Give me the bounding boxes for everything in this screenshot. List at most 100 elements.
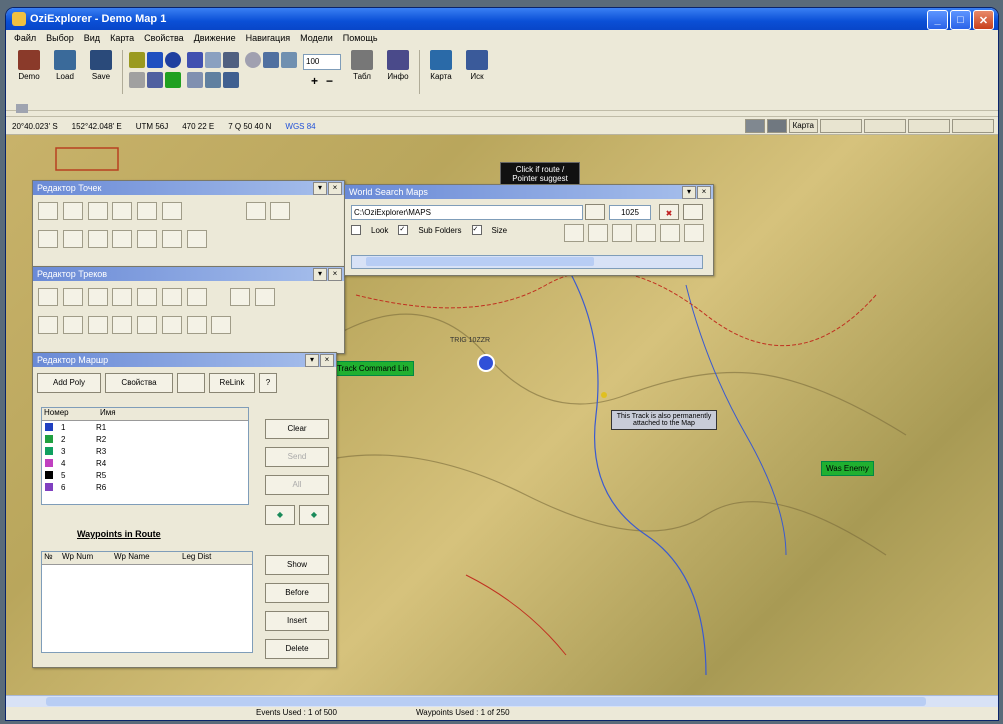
track-icon[interactable] xyxy=(205,52,221,68)
line-icon[interactable] xyxy=(187,52,203,68)
menu-map[interactable]: Карта xyxy=(110,33,134,43)
demo-button[interactable]: Demo xyxy=(14,50,44,96)
track-tool-5[interactable] xyxy=(137,288,158,306)
waypoint-tool-8[interactable] xyxy=(62,230,83,248)
waypoint-tool-7[interactable] xyxy=(38,230,58,248)
zoom-out-icon[interactable]: − xyxy=(326,74,333,88)
browse-folder-button[interactable] xyxy=(585,204,605,220)
map-icon[interactable] xyxy=(683,204,703,220)
load-button[interactable]: Load xyxy=(50,50,80,96)
map-green-label-1[interactable]: Track Command Lin xyxy=(332,361,414,376)
search-progress-thumb[interactable] xyxy=(366,257,594,266)
green-grid-icon[interactable] xyxy=(165,72,181,88)
event-icon[interactable] xyxy=(205,72,221,88)
measure-icon[interactable] xyxy=(129,72,145,88)
menu-file[interactable]: Файл xyxy=(14,33,36,43)
layers-icon[interactable] xyxy=(281,52,297,68)
zoom-in-icon[interactable] xyxy=(612,224,632,242)
pin-icon[interactable]: ▾ xyxy=(313,182,327,195)
prev-icon[interactable] xyxy=(161,316,182,334)
lock-icon[interactable] xyxy=(255,288,276,306)
route-icon-button[interactable] xyxy=(177,373,205,393)
scrollbar-thumb[interactable] xyxy=(46,697,926,706)
waypoint-tool-9[interactable] xyxy=(87,230,108,248)
map-path-input[interactable]: C:\OziExplorer\MAPS xyxy=(351,205,583,220)
maximize-button[interactable]: □ xyxy=(950,10,971,30)
menu-help[interactable]: Помощь xyxy=(343,33,378,43)
down-arrow-icon[interactable] xyxy=(660,224,680,242)
add-poly-button[interactable]: Add Poly xyxy=(37,373,101,393)
before-button[interactable]: Before xyxy=(265,583,329,603)
pin-icon[interactable]: ▾ xyxy=(313,268,327,281)
arrow-icon[interactable] xyxy=(147,72,163,88)
relink-button[interactable]: ReLink xyxy=(209,373,255,393)
help-icon[interactable] xyxy=(684,224,704,242)
delete-button[interactable]: Delete xyxy=(265,639,329,659)
next-route-button[interactable]: ◆ xyxy=(299,505,329,525)
table-row[interactable]: 3 R3 xyxy=(42,445,248,457)
properties-button[interactable]: Свойства xyxy=(105,373,173,393)
menu-navigation[interactable]: Навигация xyxy=(246,33,290,43)
track-note-label[interactable]: This Track is also permanently attached … xyxy=(611,410,717,430)
subfolders-checkbox[interactable]: ✓ xyxy=(398,225,409,235)
track-tool-2[interactable] xyxy=(62,288,83,306)
track-tool-10[interactable] xyxy=(87,316,108,334)
waypoint-tool-5[interactable] xyxy=(137,202,158,220)
bar-icon[interactable] xyxy=(187,72,203,88)
track-tool-8[interactable] xyxy=(38,316,58,334)
col-name[interactable]: Имя xyxy=(100,408,240,420)
clear-button[interactable]: Clear xyxy=(265,419,329,439)
search-progress-scrollbar[interactable] xyxy=(351,255,703,269)
table-row[interactable]: 6 R6 xyxy=(42,481,248,493)
map-grid-icon[interactable] xyxy=(588,224,608,242)
waypoint-tool-3[interactable] xyxy=(87,202,108,220)
table-button[interactable]: Табл xyxy=(347,50,377,96)
map-count-field[interactable]: 1025 xyxy=(609,205,651,220)
track-tool-3[interactable] xyxy=(87,288,108,306)
close-icon[interactable]: × xyxy=(320,354,334,367)
close-icon[interactable]: × xyxy=(328,268,342,281)
table-row[interactable]: 2 R2 xyxy=(42,433,248,445)
col-wp-name[interactable]: Wp Name xyxy=(114,552,182,564)
zoom-out-icon[interactable] xyxy=(636,224,656,242)
close-button[interactable]: ✕ xyxy=(973,10,994,30)
chart-icon[interactable] xyxy=(223,72,239,88)
prev-route-button[interactable]: ◆ xyxy=(265,505,295,525)
next-icon[interactable] xyxy=(186,316,207,334)
menu-movement[interactable]: Движение xyxy=(194,33,236,43)
waypoint-tool-2[interactable] xyxy=(62,202,83,220)
close-icon[interactable]: × xyxy=(328,182,342,195)
minimize-button[interactable]: _ xyxy=(927,10,948,30)
menu-select[interactable]: Выбор xyxy=(46,33,74,43)
route-icon[interactable] xyxy=(223,52,239,68)
track-tool-13[interactable] xyxy=(211,316,232,334)
waypoint-icon[interactable] xyxy=(147,52,163,68)
size-checkbox[interactable]: ✓ xyxy=(471,225,482,235)
lock-icon[interactable] xyxy=(270,202,291,220)
track-tool-12[interactable] xyxy=(137,316,158,334)
track-tool-4[interactable] xyxy=(112,288,133,306)
help-icon[interactable] xyxy=(245,202,266,220)
table-row[interactable]: 4 R4 xyxy=(42,457,248,469)
map-layer-icon[interactable] xyxy=(263,52,279,68)
track-tool-6[interactable] xyxy=(161,288,182,306)
help-icon[interactable]: ? xyxy=(259,373,277,393)
all-button[interactable]: All xyxy=(265,475,329,495)
menu-models[interactable]: Модели xyxy=(300,33,333,43)
next-icon[interactable] xyxy=(186,230,207,248)
map-green-label-2[interactable]: Was Enemy xyxy=(821,461,874,476)
waypoint-tool-6[interactable] xyxy=(161,202,182,220)
menu-view[interactable]: Вид xyxy=(84,33,100,43)
send-button[interactable]: Send xyxy=(265,447,329,467)
col-number[interactable]: Номер xyxy=(42,408,100,420)
waypoint-tool-1[interactable] xyxy=(38,202,58,220)
table-row[interactable]: 1 R1 xyxy=(42,421,248,433)
track-tool-9[interactable] xyxy=(62,316,83,334)
table-row[interactable]: 5 R5 xyxy=(42,469,248,481)
col-index[interactable]: № xyxy=(42,552,62,564)
prev-icon[interactable] xyxy=(161,230,182,248)
help-icon[interactable] xyxy=(230,288,251,306)
grid-icon[interactable] xyxy=(129,52,145,68)
search-icon[interactable] xyxy=(245,52,261,68)
show-button[interactable]: Show xyxy=(265,555,329,575)
